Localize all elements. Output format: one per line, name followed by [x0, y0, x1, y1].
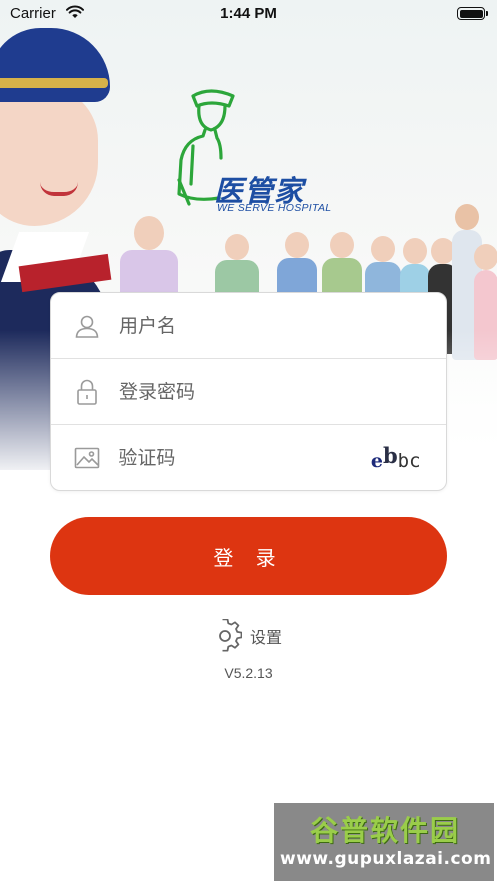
stewardess-hat-band	[0, 78, 108, 88]
captcha-input[interactable]	[118, 438, 362, 478]
settings-button[interactable]: 设置	[208, 618, 282, 654]
clock: 1:44 PM	[220, 5, 277, 22]
image-icon	[73, 444, 100, 472]
logo-tagline: WE SERVE HOSPITAL	[217, 202, 332, 214]
user-icon	[73, 312, 101, 340]
gear-icon	[219, 619, 242, 652]
lock-icon	[73, 378, 101, 406]
password-input[interactable]	[119, 371, 446, 412]
stewardess-hat	[0, 28, 110, 102]
watermark: 谷普软件园 www.gupuxlazai.com	[274, 803, 494, 881]
version-label: V5.2.13	[224, 665, 273, 681]
watermark-url: www.gupuxlazai.com	[280, 849, 492, 869]
status-bar: Carrier 1:44 PM	[0, 0, 497, 30]
login-form: ebbc	[50, 292, 447, 491]
password-row	[51, 359, 446, 425]
username-input[interactable]	[119, 305, 446, 346]
login-button[interactable]: 登 录	[50, 517, 447, 595]
username-row	[51, 293, 446, 359]
captcha-row: ebbc	[51, 425, 446, 491]
battery-icon	[457, 7, 488, 20]
stewardess-face	[0, 86, 98, 226]
captcha-image[interactable]: ebbc	[361, 438, 430, 478]
settings-label: 设置	[250, 628, 283, 647]
watermark-title: 谷普软件园	[309, 814, 460, 847]
